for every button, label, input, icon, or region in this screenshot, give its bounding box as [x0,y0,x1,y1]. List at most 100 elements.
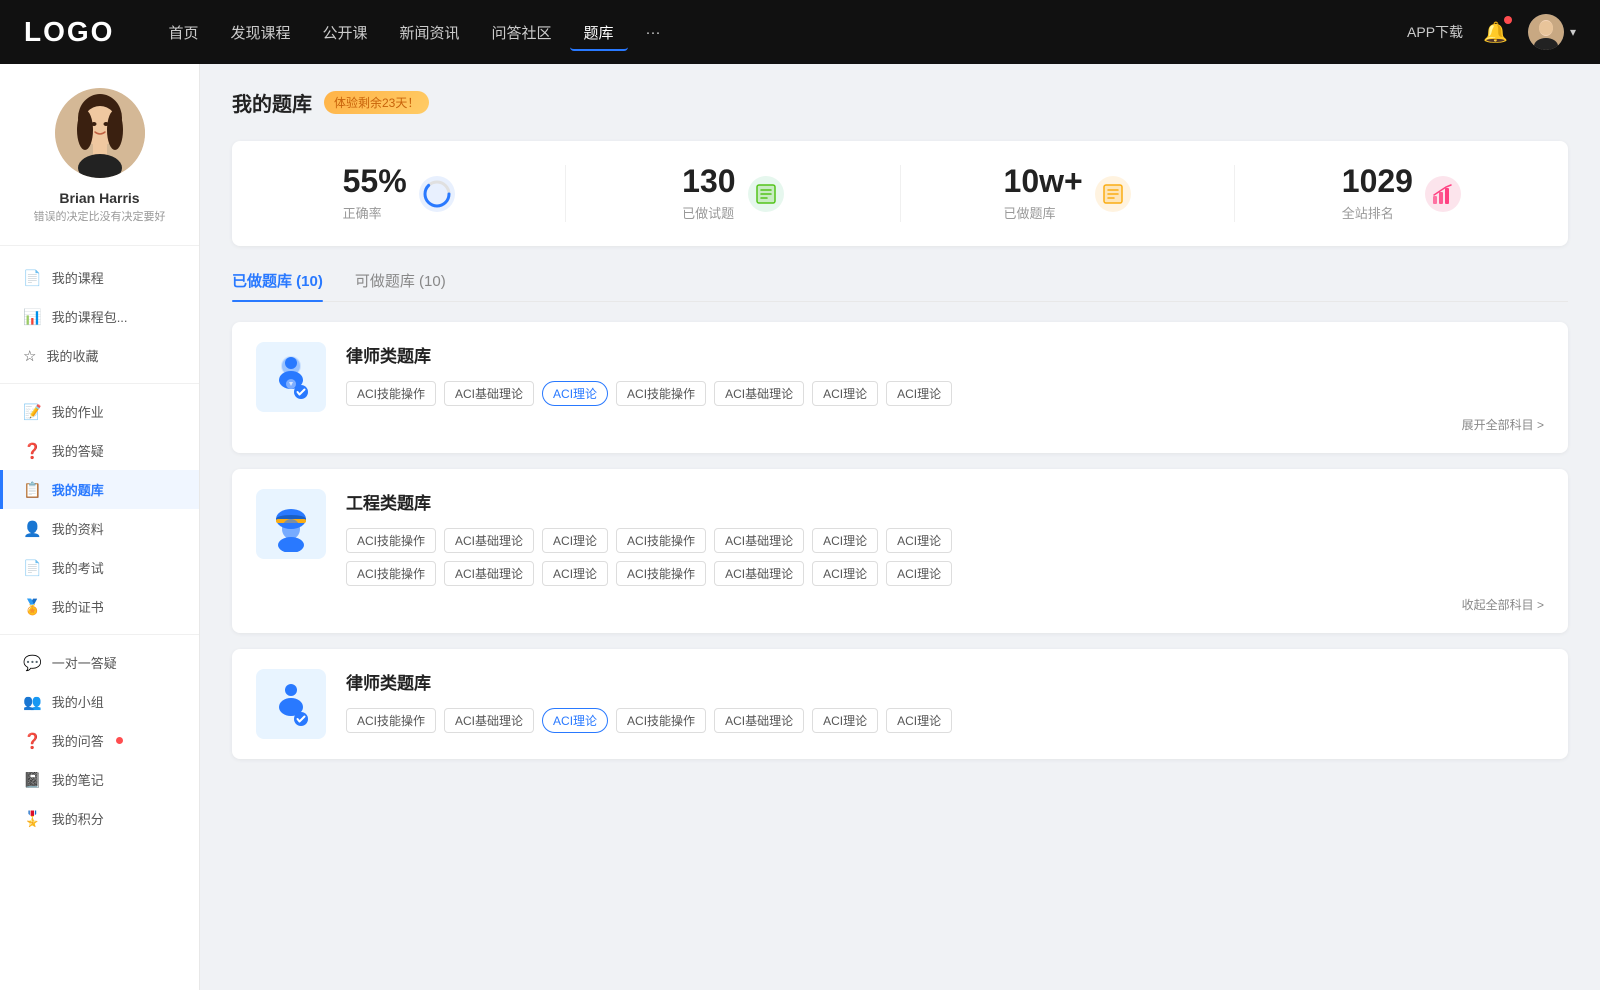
logo[interactable]: LOGO [24,16,114,48]
nav-qa[interactable]: 问答社区 [478,14,566,51]
stat-done-questions: 130 已做试题 [566,165,900,222]
tag-list-engineering-row1: ACI技能操作 ACI基础理论 ACI理论 ACI技能操作 ACI基础理论 AC… [346,528,1544,553]
1v1qa-icon: 💬 [23,654,42,672]
tag-lawyer-1-0[interactable]: ACI技能操作 [346,381,436,406]
tag-eng-0[interactable]: ACI技能操作 [346,528,436,553]
sidebar-item-testbank[interactable]: 📋 我的题库 [0,470,199,509]
stat-ranking-label: 全站排名 [1342,203,1413,222]
courses-icon: 📄 [23,269,42,287]
qa-icon: ❓ [23,442,42,460]
nav-discover[interactable]: 发现课程 [216,14,304,51]
tag-eng-5[interactable]: ACI理论 [812,528,878,553]
profile-avatar [55,88,145,178]
nav-news[interactable]: 新闻资讯 [386,14,474,51]
tab-available-banks[interactable]: 可做题库 (10) [355,270,446,301]
tag-eng-2[interactable]: ACI理论 [542,528,608,553]
bank-card-top-lawyer-2: 律师类题库 ACI技能操作 ACI基础理论 ACI理论 ACI技能操作 ACI基… [256,669,1544,739]
nav-mooc[interactable]: 公开课 [308,14,381,51]
stat-done-questions-text: 130 已做试题 [682,165,735,222]
tag-lawyer-1-4[interactable]: ACI基础理论 [714,381,804,406]
tag-lawyer2-4[interactable]: ACI基础理论 [714,708,804,733]
profile-section: Brian Harris 错误的决定比没有决定要好 [0,88,199,246]
tag-eng-6[interactable]: ACI理论 [886,528,952,553]
sidebar-item-profile[interactable]: 👤 我的资料 [0,509,199,548]
stat-accuracy: 55% 正确率 [232,165,566,222]
profile-name: Brian Harris [59,190,139,206]
sidebar-item-exam[interactable]: 📄 我的考试 [0,548,199,587]
stat-accuracy-label: 正确率 [343,203,407,222]
sidebar-item-group[interactable]: 👥 我的小组 [0,682,199,721]
sidebar-item-favorites[interactable]: ☆ 我的收藏 [0,336,199,375]
main-layout: Brian Harris 错误的决定比没有决定要好 📄 我的课程 📊 我的课程包… [0,64,1600,990]
stat-done-banks: 10w+ 已做题库 [901,165,1235,222]
bell-icon: 🔔 [1483,22,1508,44]
nav-menu: 首页 发现课程 公开课 新闻资讯 问答社区 题库 ··· [154,14,1407,51]
collapse-link-engineering[interactable]: 收起全部科目 > [346,596,1544,613]
stat-done-banks-value: 10w+ [1004,165,1083,197]
tag-lawyer2-6[interactable]: ACI理论 [886,708,952,733]
stat-ranking-text: 1029 全站排名 [1342,165,1413,222]
app-download-button[interactable]: APP下载 [1407,22,1463,42]
avatar [1528,14,1564,50]
sidebar-item-certificate[interactable]: 🏅 我的证书 [0,587,199,626]
page-title: 我的题库 [232,88,312,117]
tag-eng2-6[interactable]: ACI理论 [886,561,952,586]
nav-more[interactable]: ··· [632,16,675,49]
stats-bar: 55% 正确率 130 已做试题 [232,141,1568,246]
sidebar-item-courses[interactable]: 📄 我的课程 [0,258,199,297]
tab-done-banks[interactable]: 已做题库 (10) [232,270,323,301]
bank-title-lawyer-1: 律师类题库 [346,342,1544,367]
bank-title-engineering: 工程类题库 [346,489,1544,514]
tag-lawyer2-5[interactable]: ACI理论 [812,708,878,733]
tag-lawyer2-3[interactable]: ACI技能操作 [616,708,706,733]
stat-done-banks-text: 10w+ 已做题库 [1004,165,1083,222]
tag-lawyer-1-6[interactable]: ACI理论 [886,381,952,406]
notification-badge [1504,16,1512,24]
favorites-icon: ☆ [23,347,36,365]
tag-eng2-4[interactable]: ACI基础理论 [714,561,804,586]
tag-lawyer2-1[interactable]: ACI基础理论 [444,708,534,733]
sidebar-item-course-package[interactable]: 📊 我的课程包... [0,297,199,336]
sidebar-item-1v1qa[interactable]: 💬 一对一答疑 [0,643,199,682]
points-icon: 🎖️ [23,810,42,828]
nav-testbank[interactable]: 题库 [570,14,628,51]
tag-eng2-1[interactable]: ACI基础理论 [444,561,534,586]
tag-eng2-0[interactable]: ACI技能操作 [346,561,436,586]
sidebar-item-notes[interactable]: 📓 我的笔记 [0,760,199,799]
done-questions-icon [748,176,784,212]
questions-badge [116,737,123,744]
bank-title-lawyer-2: 律师类题库 [346,669,1544,694]
stat-accuracy-value: 55% [343,165,407,197]
profile-icon: 👤 [23,520,42,538]
trial-badge: 体验剩余23天！ [324,91,429,114]
group-icon: 👥 [23,693,42,711]
profile-motto: 错误的决定比没有决定要好 [34,210,166,225]
sidebar-item-homework[interactable]: 📝 我的作业 [0,392,199,431]
tag-list-lawyer-1: ACI技能操作 ACI基础理论 ACI理论 ACI技能操作 ACI基础理论 AC… [346,381,1544,406]
sidebar-item-qa[interactable]: ❓ 我的答疑 [0,431,199,470]
questions-icon: ❓ [23,732,42,750]
tag-eng2-3[interactable]: ACI技能操作 [616,561,706,586]
stat-done-banks-label: 已做题库 [1004,203,1083,222]
tag-eng-3[interactable]: ACI技能操作 [616,528,706,553]
tag-lawyer-1-1[interactable]: ACI基础理论 [444,381,534,406]
top-navigation: LOGO 首页 发现课程 公开课 新闻资讯 问答社区 题库 ··· APP下载 … [0,0,1600,64]
tag-lawyer-1-2[interactable]: ACI理论 [542,381,608,406]
sidebar-item-points[interactable]: 🎖️ 我的积分 [0,799,199,838]
tag-eng-1[interactable]: ACI基础理论 [444,528,534,553]
user-avatar-menu[interactable]: ▾ [1528,14,1576,50]
expand-link-lawyer-1[interactable]: 展开全部科目 > [346,416,1544,433]
tag-eng2-2[interactable]: ACI理论 [542,561,608,586]
tag-lawyer2-2[interactable]: ACI理论 [542,708,608,733]
tag-lawyer2-0[interactable]: ACI技能操作 [346,708,436,733]
stat-ranking-value: 1029 [1342,165,1413,197]
tag-lawyer-1-3[interactable]: ACI技能操作 [616,381,706,406]
notification-bell[interactable]: 🔔 [1483,20,1508,45]
tag-list-engineering-row2: ACI技能操作 ACI基础理论 ACI理论 ACI技能操作 ACI基础理论 AC… [346,561,1544,586]
stat-accuracy-text: 55% 正确率 [343,165,407,222]
tag-lawyer-1-5[interactable]: ACI理论 [812,381,878,406]
tag-eng2-5[interactable]: ACI理论 [812,561,878,586]
tag-eng-4[interactable]: ACI基础理论 [714,528,804,553]
sidebar-item-questions[interactable]: ❓ 我的问答 [0,721,199,760]
nav-home[interactable]: 首页 [154,14,212,51]
